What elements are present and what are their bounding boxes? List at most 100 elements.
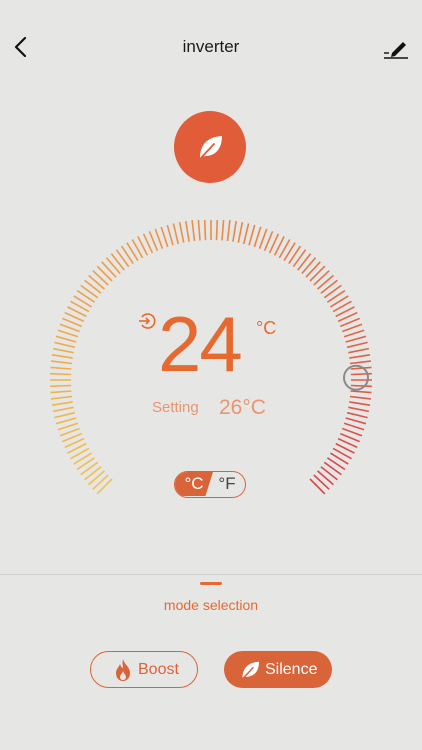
dial-tick [96,265,113,282]
dial-tick [59,427,80,437]
dial-tick [343,422,365,431]
leaf-icon [198,136,222,161]
dial-tick [350,384,372,388]
dial-tick [172,223,180,245]
dial-tick [80,461,99,476]
dial-tick [349,401,371,406]
dial-tick [345,417,367,425]
leaf-icon [241,661,259,681]
dial-tick [51,360,73,365]
dial-tick [178,221,185,243]
fahrenheit-button[interactable]: °F [209,472,245,496]
dial-tick [57,422,79,431]
dial-tick [110,253,125,271]
dial-tick [50,390,72,394]
silence-button-label: Silence [265,661,318,678]
dial-tick [292,249,307,268]
dial-tick [50,384,72,388]
dial-tick [349,354,371,359]
dial-tick [88,274,106,290]
dial-tick [320,466,338,481]
dial-tick [297,253,312,271]
dial-tick [115,249,130,268]
dial-tick [92,474,109,490]
dial-tick [258,228,268,249]
dial-tick [349,360,371,365]
dial-tick [52,406,74,413]
dial-tick [221,220,225,241]
dial-tick [84,466,102,481]
dial-tick [313,474,330,490]
boost-button[interactable]: Boost [90,651,198,688]
dial-tick [57,329,79,338]
dial-tick [323,284,342,299]
dial-tick [54,341,76,349]
dial-tick [350,372,372,376]
dial-tick [105,257,121,275]
dial-tick [55,335,77,343]
boost-button-label: Boost [138,661,179,678]
dial-tick [88,470,106,486]
dial-tick [348,406,370,413]
dial-tick [309,478,326,495]
mode-status-icon [174,111,246,183]
dial-tick [191,220,196,242]
dial-tick [242,223,250,245]
dial-tick [166,224,174,246]
dial-tick [154,228,164,249]
dial-tick [51,395,73,400]
dial-tick [185,220,190,242]
dial-tick [350,390,372,394]
dial-tick [342,323,363,333]
dial-tick [50,366,72,370]
dial-tick [51,401,73,406]
dial-tick [237,221,244,243]
current-temperature-unit: °C [256,318,277,338]
dial-tick [203,220,207,241]
dial-tick [84,279,102,294]
dial-tick [160,226,169,248]
dial-tick [54,411,76,419]
silence-button[interactable]: Silence [224,651,332,688]
edit-button[interactable] [382,34,410,62]
dial-tick [253,226,262,248]
dial-tick [348,347,370,354]
dial-tick [232,220,237,242]
dial-tick [197,220,201,241]
section-divider [0,574,422,575]
dial-tick [320,279,338,294]
dial-tick [248,224,256,246]
current-temperature: 24 [158,300,243,388]
setting-label: Setting [152,399,199,416]
dial-tick [309,265,326,282]
celsius-button[interactable]: °C [175,472,213,496]
dial-tick [80,284,99,299]
unit-toggle: °C °F [174,471,246,498]
enter-arrow-icon [139,313,156,329]
dial-tick [55,417,77,425]
pencil-icon [384,42,408,59]
dial-tick [101,261,117,278]
dial-tick [346,411,368,419]
dial-tick [226,220,231,242]
dial-tick [323,461,342,476]
page-indicator [200,582,222,585]
dial-tick [345,335,367,343]
dial-tick [52,347,74,354]
flame-icon [116,659,130,681]
setting-value: 26°C [219,396,266,419]
dial-tick [92,270,109,286]
dial-tick [349,395,371,400]
dial-tick [301,257,317,275]
dial-tick [305,261,321,278]
dial-tick [343,329,365,338]
dial-tick [50,372,72,376]
dial-tick [51,354,73,359]
dial-tick [346,341,368,349]
header: inverter [0,0,422,95]
page-title: inverter [182,37,240,56]
dial-tick [215,220,219,241]
dial-tick [316,470,334,486]
dial-tick [342,427,363,437]
dial-tick [59,323,80,333]
